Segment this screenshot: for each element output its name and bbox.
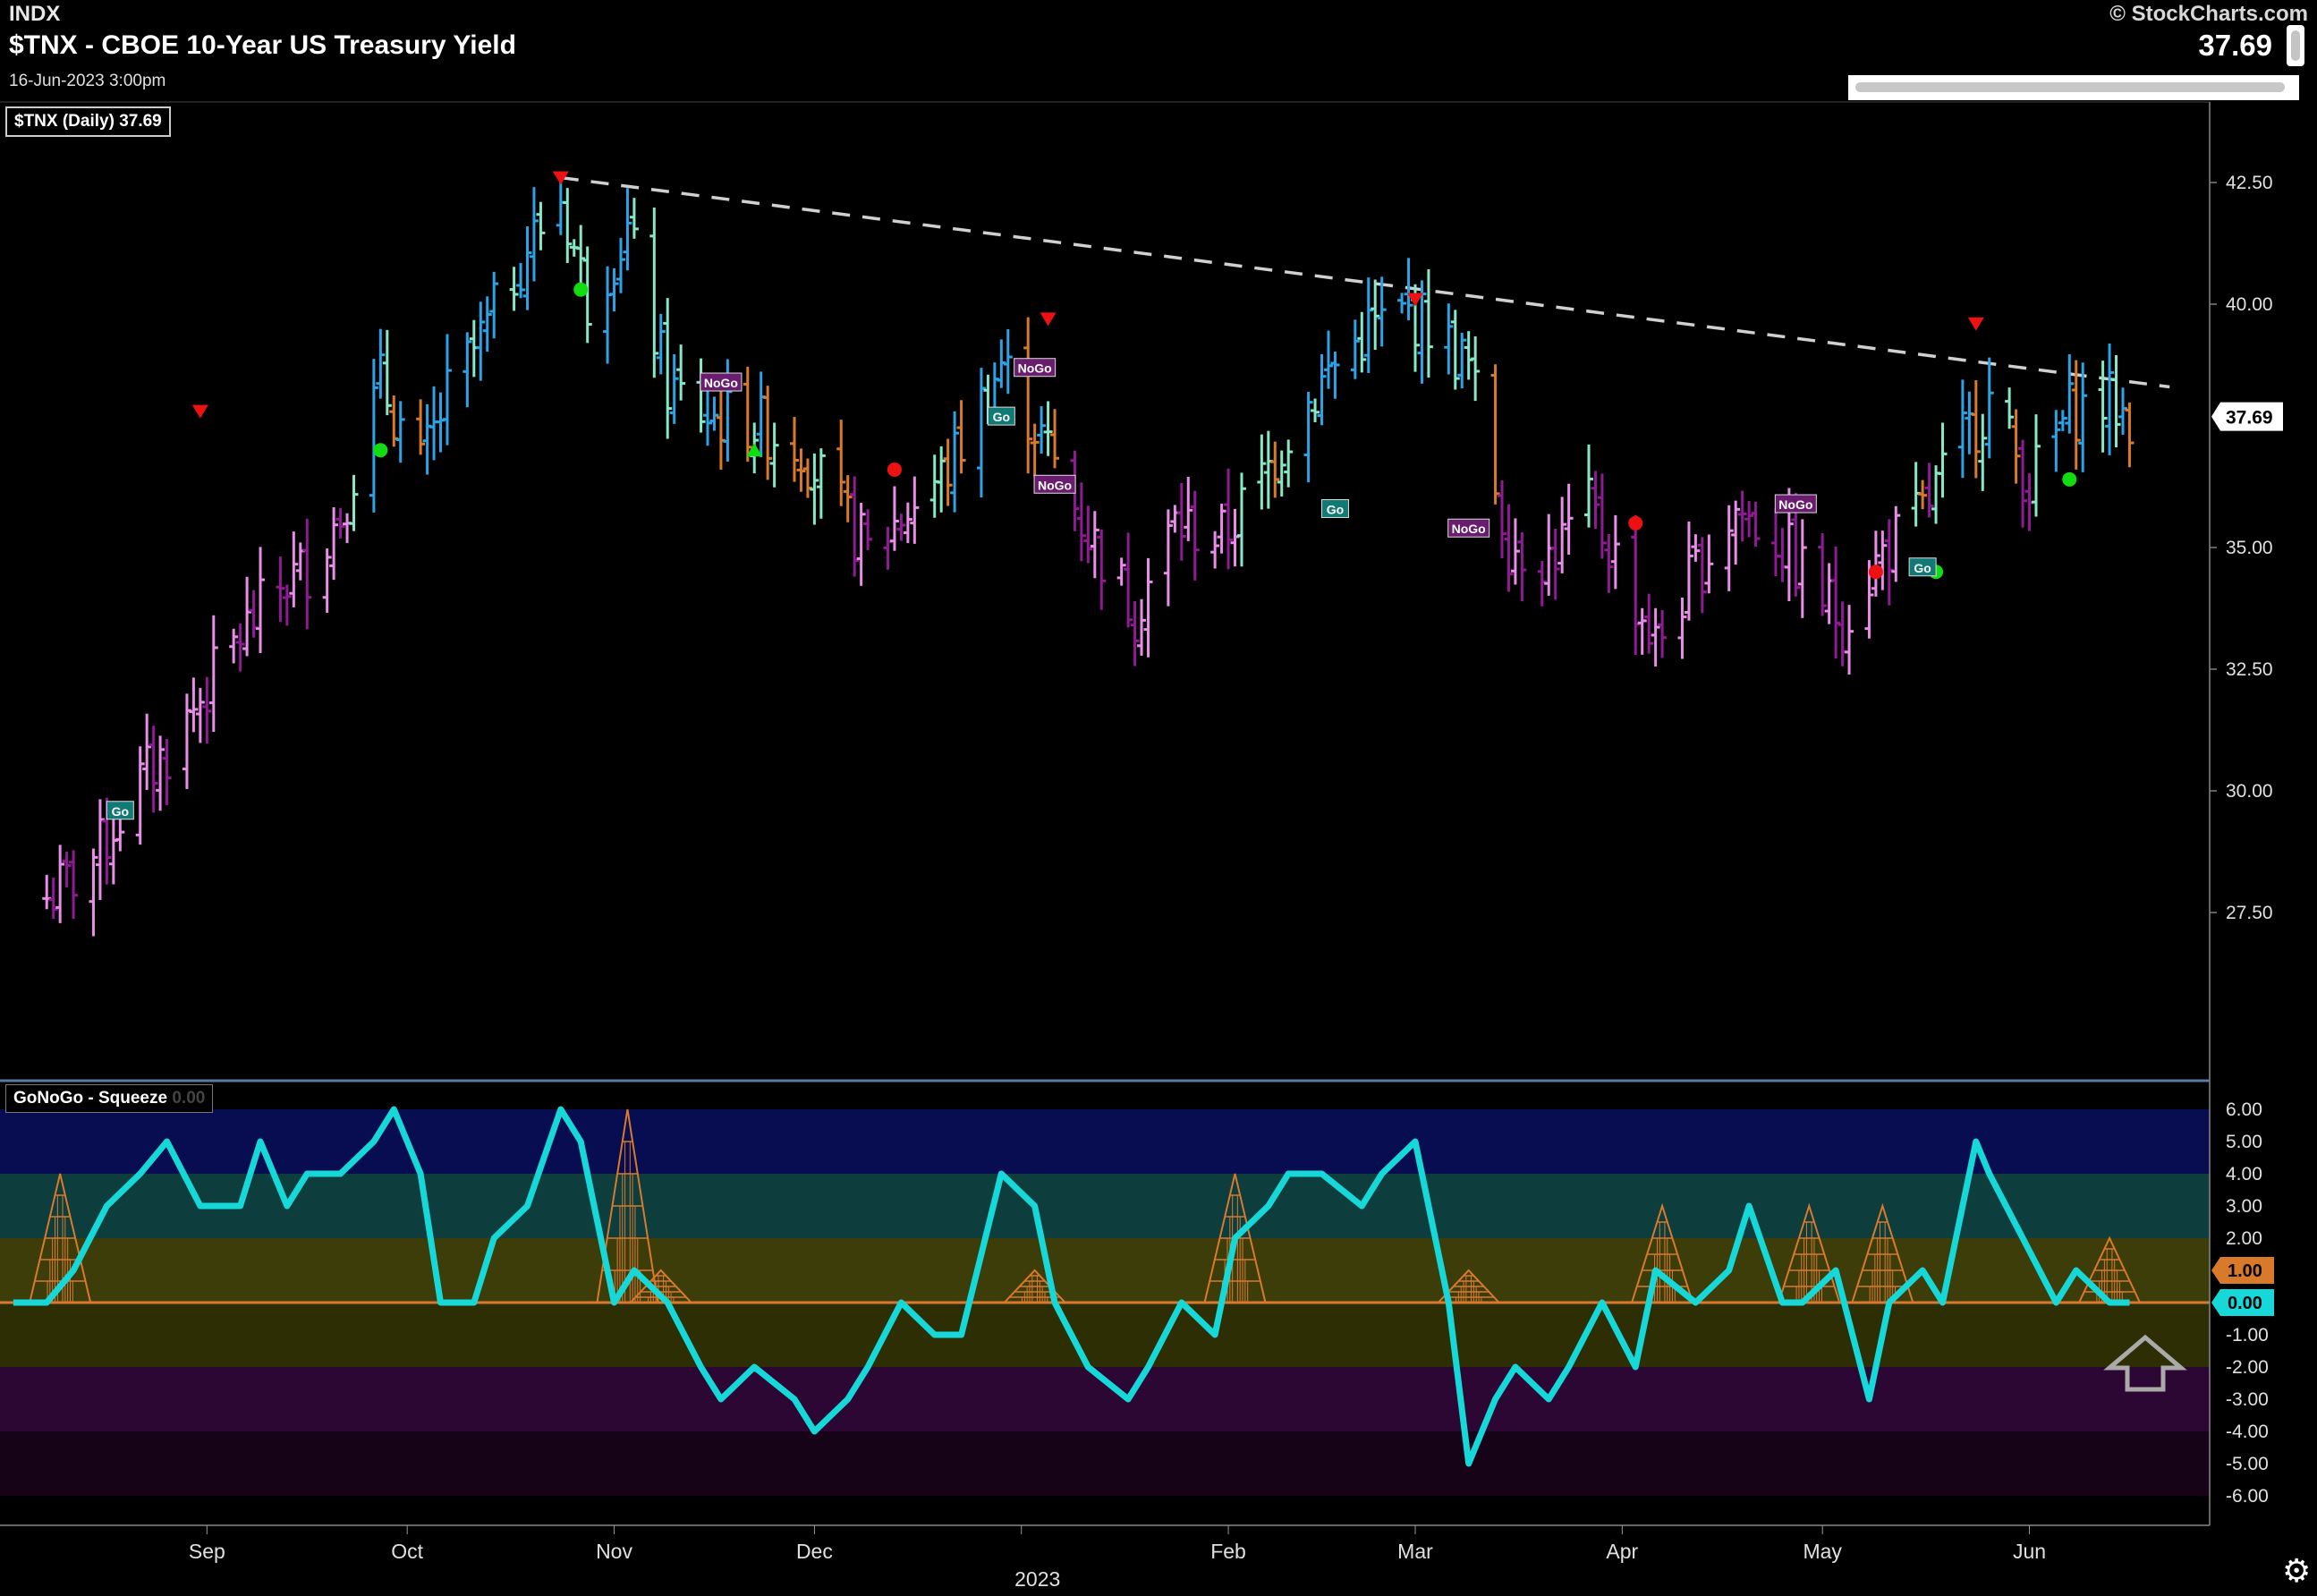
oscillator-tick-label: 2.00 [2226, 1228, 2262, 1249]
x-month-label: Apr [1606, 1540, 1638, 1563]
green-signal-dot [373, 443, 388, 458]
signal-label-text: Go [112, 804, 129, 819]
signal-label-text: NoGo [1452, 522, 1486, 536]
green-signal-dot [2062, 471, 2077, 487]
price-panel [0, 107, 2210, 1078]
oscillator-y-axis: 6.00 5.00 4.00 3.00 2.00 -1.00 -2.00 -3.00 -4.00… [2211, 1099, 2274, 1507]
price-last-value-tag: 37.69 [2211, 402, 2283, 431]
nogo-signal-label: NoGo [1447, 518, 1490, 538]
price-tick-label: 27.50 [2226, 903, 2273, 923]
x-month-label: Jun [2013, 1540, 2046, 1563]
nogo-signal-label: NoGo [1774, 494, 1817, 514]
nogo-signal-label: NoGo [700, 372, 743, 392]
red-signal-dot [1868, 565, 1883, 580]
x-month-label: May [1803, 1540, 1842, 1563]
oscillator-bands [0, 1084, 2210, 1525]
oscillator-tick-label: -2.00 [2226, 1357, 2269, 1378]
oscillator-tick-label: 4.00 [2226, 1164, 2262, 1184]
oscillator-legend-label: GoNoGo - Squeeze [13, 1089, 168, 1108]
x-month-label: Mar [1397, 1540, 1433, 1563]
signal-label-text: NoGo [1018, 361, 1052, 376]
last-value-tag-text: 37.69 [2226, 408, 2273, 429]
green-signal-dot [573, 282, 589, 297]
price-legend: $TNX (Daily) 37.69 [5, 106, 171, 137]
go-signal-label: Go [987, 406, 1015, 426]
oscillator-band [0, 1109, 2210, 1174]
oscillator-legend-value: 0.00 [172, 1089, 206, 1108]
oscillator-legend: GoNoGo - Squeeze 0.00 [5, 1084, 214, 1113]
nogo-signal-label: NoGo [1014, 358, 1057, 378]
oscillator-tick-label: 5.00 [2226, 1132, 2262, 1152]
x-month-label: Dec [796, 1540, 833, 1563]
x-month-label: Sep [189, 1540, 225, 1563]
oscillator-value-tag: 1.00 [2211, 1257, 2274, 1284]
go-signal-label: Go [106, 801, 134, 820]
price-tick-label: 30.00 [2226, 781, 2273, 802]
oscillator-tick-label: 3.00 [2226, 1196, 2262, 1217]
x-month-label: Nov [596, 1540, 632, 1563]
signal-label-text: NoGo [704, 376, 738, 390]
red-signal-dot [1628, 515, 1643, 531]
oscillator-band [0, 1431, 2210, 1496]
nogo-signal-label: NoGo [1033, 474, 1076, 494]
price-tick-label: 42.50 [2226, 173, 2273, 193]
x-axis: Sep Oct Nov Dec 2023 Feb Mar Apr May Jun [189, 1525, 2046, 1591]
signal-label-text: NoGo [1778, 497, 1812, 512]
price-panel-background [0, 107, 2210, 1078]
x-month-label: Oct [391, 1540, 423, 1563]
signal-label-text: Go [993, 410, 1010, 424]
signal-label-text: Go [1327, 502, 1344, 516]
price-tick-label: 40.00 [2226, 294, 2273, 315]
oscillator-tick-label: 6.00 [2226, 1099, 2262, 1120]
x-year-label: 2023 [1014, 1567, 1060, 1591]
oscillator-tick-label: -5.00 [2226, 1454, 2269, 1474]
x-month-label: Feb [1210, 1540, 1246, 1563]
chart-svg: Go NoGo Go NoGo NoGo Go NoGo NoGo Go 42.50 40.00 3… [0, 101, 2283, 1591]
oscillator-tick-label: -3.00 [2226, 1389, 2269, 1410]
price-y-axis: 42.50 40.00 35.00 32.50 30.00 27.50 37.69 [2210, 173, 2283, 923]
oscillator-tick-label: -1.00 [2226, 1325, 2269, 1346]
red-signal-dot [887, 462, 902, 477]
oscillator-tick-label: -4.00 [2226, 1422, 2269, 1442]
oscillator-band [0, 1174, 2210, 1238]
oscillator-tag-text: 0.00 [2228, 1294, 2262, 1313]
price-tick-label: 32.50 [2226, 659, 2273, 680]
settings-gear-icon[interactable]: ⚙ [2282, 1552, 2311, 1590]
oscillator-tick-label: -6.00 [2226, 1486, 2269, 1507]
go-signal-label: Go [1908, 557, 1937, 577]
go-signal-label: Go [1320, 498, 1349, 518]
oscillator-tag-text: 1.00 [2228, 1261, 2262, 1281]
signal-label-text: NoGo [1038, 478, 1072, 492]
oscillator-value-tag: 0.00 [2211, 1289, 2274, 1316]
price-tick-label: 35.00 [2226, 538, 2273, 558]
signal-label-text: Go [1914, 561, 1931, 575]
